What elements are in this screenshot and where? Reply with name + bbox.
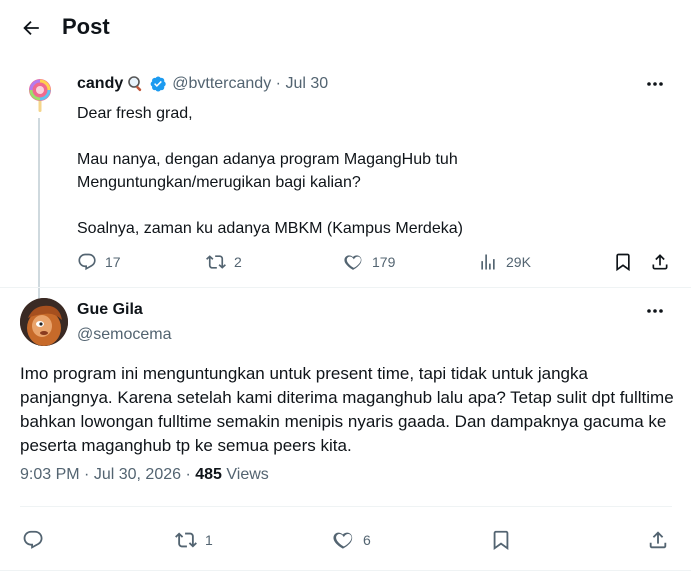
heart-icon <box>333 532 353 549</box>
share-button[interactable] <box>647 528 669 552</box>
share-icon <box>649 531 667 549</box>
post-date[interactable]: Jul 30, 2026 <box>94 466 181 483</box>
post-meta: 9:03 PM · Jul 30, 2026 · 485 Views <box>20 466 269 484</box>
repost-count: 1 <box>205 532 213 548</box>
repost-count: 2 <box>234 254 242 270</box>
post-line-gap <box>77 125 667 148</box>
page-title: Post <box>62 14 110 39</box>
post-actions: 1 6 <box>0 528 691 552</box>
divider <box>20 506 672 507</box>
magnifier-emoji-icon <box>128 76 142 92</box>
more-options-icon[interactable] <box>644 301 666 321</box>
bookmark-button[interactable] <box>490 528 512 552</box>
views-count: 485 <box>195 466 222 483</box>
views-chart-icon <box>481 254 495 270</box>
repost-button[interactable]: 2 <box>206 250 242 274</box>
post-date[interactable]: Jul 30 <box>285 75 328 92</box>
post-text: Imo program ini menguntungkan untuk pres… <box>20 364 674 455</box>
post-line: Soalnya, zaman ku adanya MBKM (Kampus Me… <box>77 220 463 237</box>
like-button[interactable]: 179 <box>344 250 395 274</box>
post-line-gap <box>77 194 667 217</box>
repost-icon <box>206 255 226 269</box>
separator-dot: · <box>185 466 196 483</box>
author-name[interactable]: candy <box>77 75 123 93</box>
repost-icon <box>175 532 197 548</box>
like-count: 179 <box>372 254 396 270</box>
share-icon <box>652 254 668 270</box>
separator-dot: · <box>275 75 281 92</box>
lollipop-avatar-icon <box>29 79 51 112</box>
separator-dot: · <box>84 466 94 483</box>
divider <box>0 570 691 571</box>
reply-icon <box>23 530 43 549</box>
avatar[interactable] <box>20 298 68 346</box>
share-button[interactable] <box>650 250 670 274</box>
post-text: Dear fresh grad, Mau nanya, dengan adany… <box>77 102 667 240</box>
profile-photo-icon <box>20 298 68 346</box>
reply-count: 17 <box>105 254 121 270</box>
reply-button[interactable]: 17 <box>77 250 121 274</box>
views-label: Views <box>226 466 269 483</box>
more-options-icon[interactable] <box>644 74 666 94</box>
author-row: candy @bvttercandy · Jul 30 <box>77 73 328 95</box>
post-actions: 17 2 179 29K <box>0 250 691 274</box>
repost-button[interactable]: 1 <box>175 528 213 552</box>
reply-button[interactable] <box>22 528 44 552</box>
post-line: Mau nanya, dengan adanya program MagangH… <box>77 151 458 168</box>
heart-icon <box>344 255 362 270</box>
author-handle[interactable]: @bvttercandy <box>172 75 271 92</box>
post-time[interactable]: 9:03 PM <box>20 466 80 483</box>
bookmark-icon <box>616 253 630 272</box>
reply-icon <box>78 253 96 271</box>
post-line: Dear fresh grad, <box>77 105 193 122</box>
like-button[interactable]: 6 <box>333 528 371 552</box>
author-handle[interactable]: @semocema <box>77 326 172 344</box>
views-count: 29K <box>506 254 531 270</box>
verified-badge-icon <box>150 76 166 92</box>
views-button[interactable]: 29K <box>478 250 531 274</box>
bookmark-icon <box>493 530 509 551</box>
divider <box>0 287 691 288</box>
back-arrow-icon[interactable] <box>20 17 42 39</box>
author-name[interactable]: Gue Gila <box>77 301 143 319</box>
post-line: Menguntungkan/merugikan bagi kalian? <box>77 174 361 191</box>
bookmark-button[interactable] <box>613 250 633 274</box>
page-header: Post <box>0 0 691 56</box>
avatar[interactable] <box>20 74 60 114</box>
like-count: 6 <box>363 532 371 548</box>
